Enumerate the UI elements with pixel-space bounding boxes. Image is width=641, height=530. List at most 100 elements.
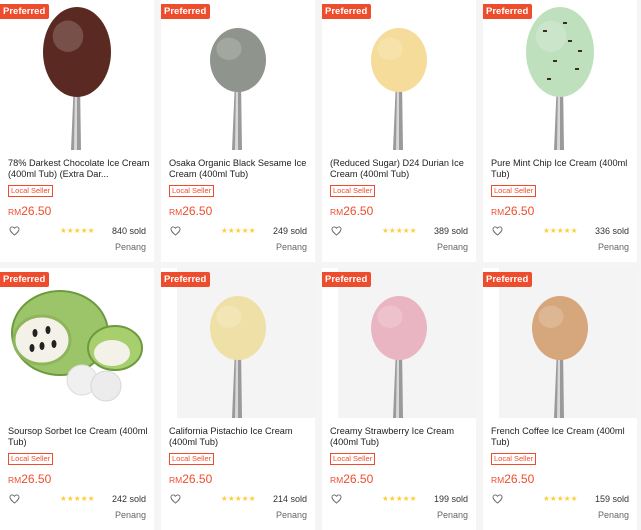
preferred-badge: Preferred: [483, 4, 533, 19]
sold-count: 242 sold: [111, 494, 146, 504]
currency: RM: [8, 207, 22, 217]
product-image[interactable]: [322, 268, 476, 418]
local-seller-tag: Local Seller: [169, 185, 215, 197]
sold-count: 249 sold: [272, 226, 307, 236]
preferred-badge: Preferred: [0, 4, 50, 19]
heart-icon[interactable]: [492, 494, 503, 504]
price-value: 26.50: [504, 472, 535, 486]
preferred-badge: Preferred: [161, 4, 211, 19]
local-seller-tag: Local Seller: [330, 185, 376, 197]
product-card[interactable]: Preferred (Reduced Sugar) D24 Durian Ice…: [322, 0, 476, 262]
currency: RM: [169, 475, 183, 485]
local-seller-tag: Local Seller: [491, 185, 537, 197]
shop-location: Penang: [275, 510, 307, 520]
product-card[interactable]: Preferred California Pistachio Ice Cream…: [161, 268, 315, 530]
price-value: 26.50: [182, 204, 213, 218]
preferred-badge: Preferred: [322, 4, 372, 19]
product-card[interactable]: Preferred Soursop Sorbet Ice Cream (400m…: [0, 268, 154, 530]
pistachio-product-photo: [177, 268, 315, 418]
local-seller-tag: Local Seller: [330, 453, 376, 465]
sold-count: 214 sold: [272, 494, 307, 504]
black-sesame-product-photo: [161, 0, 315, 150]
preferred-badge: Preferred: [483, 272, 533, 287]
shop-location: Penang: [597, 510, 629, 520]
strawberry-product-photo: [338, 268, 476, 418]
heart-icon[interactable]: [170, 226, 181, 236]
product-title[interactable]: (Reduced Sugar) D24 Durian Ice Cream (40…: [330, 158, 472, 180]
product-card[interactable]: Preferred Pure Mint Chip Ice Cream (400m…: [483, 0, 637, 262]
product-card[interactable]: Preferred Osaka Organic Black Sesame Ice…: [161, 0, 315, 262]
product-image[interactable]: [0, 268, 154, 418]
product-price: RM26.50: [169, 472, 212, 487]
heart-icon[interactable]: [9, 226, 20, 236]
preferred-badge: Preferred: [322, 272, 372, 287]
product-title[interactable]: 78% Darkest Chocolate Ice Cream (400ml T…: [8, 158, 150, 180]
sold-count: 199 sold: [433, 494, 468, 504]
product-image[interactable]: [0, 0, 154, 150]
currency: RM: [330, 207, 344, 217]
price-value: 26.50: [504, 204, 535, 218]
shop-location: Penang: [436, 242, 468, 252]
product-title[interactable]: Creamy Strawberry Ice Cream (400ml Tub): [330, 426, 472, 448]
rating-stars: ★★★★★: [60, 494, 95, 503]
shop-location: Penang: [436, 510, 468, 520]
product-image[interactable]: [483, 268, 637, 418]
price-value: 26.50: [343, 472, 374, 486]
preferred-badge: Preferred: [0, 272, 50, 287]
product-image[interactable]: [161, 0, 315, 150]
french-coffee-product-photo: [499, 268, 637, 418]
product-card[interactable]: Preferred Creamy Strawberry Ice Cream (4…: [322, 268, 476, 530]
heart-icon[interactable]: [331, 494, 342, 504]
product-price: RM26.50: [8, 472, 51, 487]
heart-icon[interactable]: [9, 494, 20, 504]
shop-location: Penang: [114, 242, 146, 252]
local-seller-tag: Local Seller: [8, 453, 54, 465]
product-image[interactable]: [483, 0, 637, 150]
preferred-badge: Preferred: [161, 272, 211, 287]
heart-icon[interactable]: [492, 226, 503, 236]
product-price: RM26.50: [491, 204, 534, 219]
product-card[interactable]: Preferred 78% Darkest Chocolate Ice Crea…: [0, 0, 154, 262]
product-price: RM26.50: [8, 204, 51, 219]
rating-stars: ★★★★★: [382, 226, 417, 235]
shop-location: Penang: [597, 242, 629, 252]
mint-chip-product-photo: [483, 0, 637, 150]
product-title[interactable]: French Coffee Ice Cream (400ml Tub): [491, 426, 633, 448]
product-image[interactable]: [161, 268, 315, 418]
heart-icon[interactable]: [331, 226, 342, 236]
local-seller-tag: Local Seller: [491, 453, 537, 465]
durian-product-photo: [322, 0, 476, 150]
product-price: RM26.50: [330, 472, 373, 487]
currency: RM: [8, 475, 22, 485]
currency: RM: [169, 207, 183, 217]
sold-count: 389 sold: [433, 226, 468, 236]
rating-stars: ★★★★★: [221, 226, 256, 235]
product-title[interactable]: California Pistachio Ice Cream (400ml Tu…: [169, 426, 311, 448]
shop-location: Penang: [275, 242, 307, 252]
product-image[interactable]: [322, 0, 476, 150]
rating-stars: ★★★★★: [60, 226, 95, 235]
currency: RM: [491, 207, 505, 217]
sold-count: 336 sold: [594, 226, 629, 236]
product-grid: Preferred 78% Darkest Chocolate Ice Crea…: [0, 0, 641, 530]
local-seller-tag: Local Seller: [169, 453, 215, 465]
product-title[interactable]: Osaka Organic Black Sesame Ice Cream (40…: [169, 158, 311, 180]
soursop-product-photo: [11, 290, 143, 402]
shop-location: Penang: [114, 510, 146, 520]
heart-icon[interactable]: [170, 494, 181, 504]
currency: RM: [330, 475, 344, 485]
product-price: RM26.50: [169, 204, 212, 219]
rating-stars: ★★★★★: [543, 226, 578, 235]
darkest-chocolate-product-photo: [0, 0, 154, 150]
local-seller-tag: Local Seller: [8, 185, 54, 197]
rating-stars: ★★★★★: [382, 494, 417, 503]
sold-count: 840 sold: [111, 226, 146, 236]
rating-stars: ★★★★★: [221, 494, 256, 503]
product-title[interactable]: Soursop Sorbet Ice Cream (400ml Tub): [8, 426, 150, 448]
product-price: RM26.50: [491, 472, 534, 487]
product-title[interactable]: Pure Mint Chip Ice Cream (400ml Tub): [491, 158, 633, 180]
product-card[interactable]: Preferred French Coffee Ice Cream (400ml…: [483, 268, 637, 530]
rating-stars: ★★★★★: [543, 494, 578, 503]
price-value: 26.50: [343, 204, 374, 218]
price-value: 26.50: [21, 204, 52, 218]
